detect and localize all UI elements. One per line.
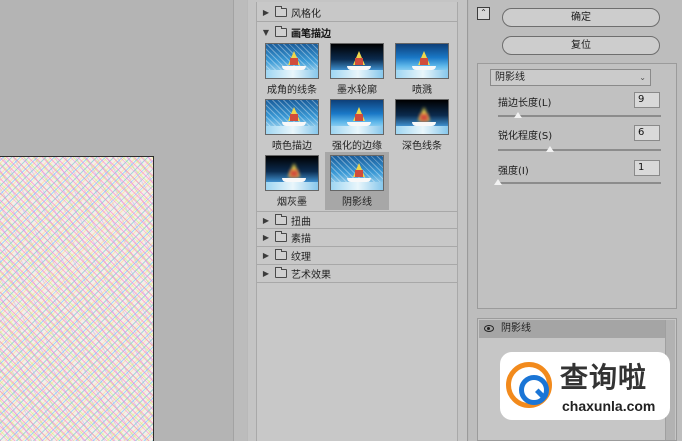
- collapsed-arrow-icon: ▶: [262, 251, 270, 260]
- filter-thumb-accented-edges[interactable]: 强化的边缘: [325, 96, 389, 154]
- ok-button[interactable]: 确定: [502, 8, 660, 27]
- filter-thumb-crosshatch[interactable]: 阴影线: [325, 152, 389, 210]
- filter-params-box: 阴影线 ⌄ 描边长度(L) 9 锐化程度(S) 6 强度(I) 1: [477, 63, 677, 309]
- slider-thumb[interactable]: [494, 179, 502, 185]
- category-sketch[interactable]: ▶ 素描: [257, 229, 457, 247]
- thumbnail-label: 阴影线: [342, 197, 372, 208]
- filter-thumb-spatter[interactable]: 喷溅: [390, 40, 454, 98]
- watermark-title: 查询啦: [560, 361, 648, 394]
- category-label: 风格化: [291, 9, 321, 20]
- chevron-down-icon: ⌄: [639, 73, 646, 82]
- collapsed-arrow-icon: ▶: [262, 8, 270, 17]
- expanded-arrow-icon: ▼: [262, 27, 270, 37]
- category-label: 画笔描边: [291, 28, 331, 40]
- filter-thumb-sprayed-strokes[interactable]: 喷色描边: [260, 96, 324, 154]
- preview-scrollbar[interactable]: [233, 0, 247, 441]
- folder-icon: [275, 231, 287, 242]
- strength-slider[interactable]: [494, 179, 661, 185]
- collapse-gallery-icon[interactable]: ⌃: [477, 7, 490, 20]
- filter-thumb-angled-strokes[interactable]: 成角的线条: [260, 40, 324, 98]
- thumbnail-image: [330, 155, 384, 191]
- thumbnail-image: [265, 99, 319, 135]
- folder-icon: [275, 249, 287, 260]
- strength-label: 强度(I): [498, 166, 529, 177]
- thumbnail-label: 墨水轮廓: [337, 85, 377, 96]
- thumbnail-label: 烟灰墨: [277, 197, 307, 208]
- collapsed-arrow-icon: ▶: [262, 215, 270, 225]
- slider-thumb[interactable]: [546, 146, 555, 152]
- filter-thumb-dark-strokes[interactable]: 深色线条: [390, 96, 454, 154]
- filter-select[interactable]: 阴影线 ⌄: [490, 69, 651, 86]
- thumbnail-label: 喷色描边: [272, 141, 312, 152]
- stroke-length-slider[interactable]: [498, 112, 661, 118]
- category-label: 纹理: [291, 252, 311, 263]
- folder-open-icon: [275, 25, 287, 37]
- filter-select-value: 阴影线: [495, 72, 525, 83]
- preview-area[interactable]: [0, 0, 247, 441]
- collapsed-arrow-icon: ▶: [262, 233, 270, 242]
- category-distort[interactable]: ▶ 扭曲: [257, 211, 457, 229]
- reset-button[interactable]: 复位: [502, 36, 660, 55]
- category-stylize[interactable]: ▶ 风格化: [257, 4, 457, 22]
- effect-layer-name: 阴影线: [501, 323, 531, 334]
- thumbnail-label: 强化的边缘: [332, 141, 382, 152]
- preview-image[interactable]: [0, 156, 154, 441]
- filter-thumb-ink-outlines[interactable]: 墨水轮廓: [325, 40, 389, 98]
- folder-icon: [275, 267, 287, 278]
- filter-gallery-panel: ▶ 风格化 ▼ 画笔描边 成角的线条 墨水轮廓 喷溅 喷色描边 强化的边缘 深色…: [248, 0, 468, 441]
- thumbnail-label: 深色线条: [402, 141, 442, 152]
- thumbnail-image: [330, 99, 384, 135]
- watermark: 查询啦 chaxunla.com: [500, 352, 670, 420]
- thumbnail-image: [395, 99, 449, 135]
- thumbnail-image: [395, 43, 449, 79]
- thumbnail-image: [265, 155, 319, 191]
- category-texture[interactable]: ▶ 纹理: [257, 247, 457, 265]
- eye-icon[interactable]: [484, 325, 494, 332]
- category-artistic[interactable]: ▶ 艺术效果: [257, 265, 457, 283]
- category-brush-strokes[interactable]: ▼ 画笔描边: [257, 23, 457, 41]
- category-label: 素描: [291, 234, 311, 245]
- thumbnail-label: 成角的线条: [267, 85, 317, 96]
- search-logo-icon: [506, 362, 552, 408]
- filter-category-list: ▶ 风格化 ▼ 画笔描边 成角的线条 墨水轮廓 喷溅 喷色描边 强化的边缘 深色…: [256, 2, 458, 441]
- category-label: 艺术效果: [291, 270, 331, 281]
- sharpness-slider[interactable]: [498, 146, 661, 152]
- folder-icon: [275, 6, 287, 17]
- watermark-domain: chaxunla.com: [562, 398, 656, 414]
- filter-thumb-sumi-e[interactable]: 烟灰墨: [260, 152, 324, 210]
- thumbnail-label: 喷溅: [412, 85, 432, 96]
- effect-layer-row[interactable]: 阴影线: [479, 320, 666, 338]
- category-label: 扭曲: [291, 216, 311, 228]
- stroke-length-label: 描边长度(L): [498, 98, 552, 109]
- sharpness-label: 锐化程度(S): [498, 131, 553, 142]
- slider-thumb[interactable]: [513, 112, 522, 118]
- sharpness-input[interactable]: 6: [634, 125, 660, 141]
- thumbnail-image: [330, 43, 384, 79]
- collapsed-arrow-icon: ▶: [262, 269, 270, 278]
- stroke-length-input[interactable]: 9: [634, 92, 660, 108]
- strength-input[interactable]: 1: [634, 160, 660, 176]
- thumbnail-image: [265, 43, 319, 79]
- folder-icon: [275, 213, 287, 225]
